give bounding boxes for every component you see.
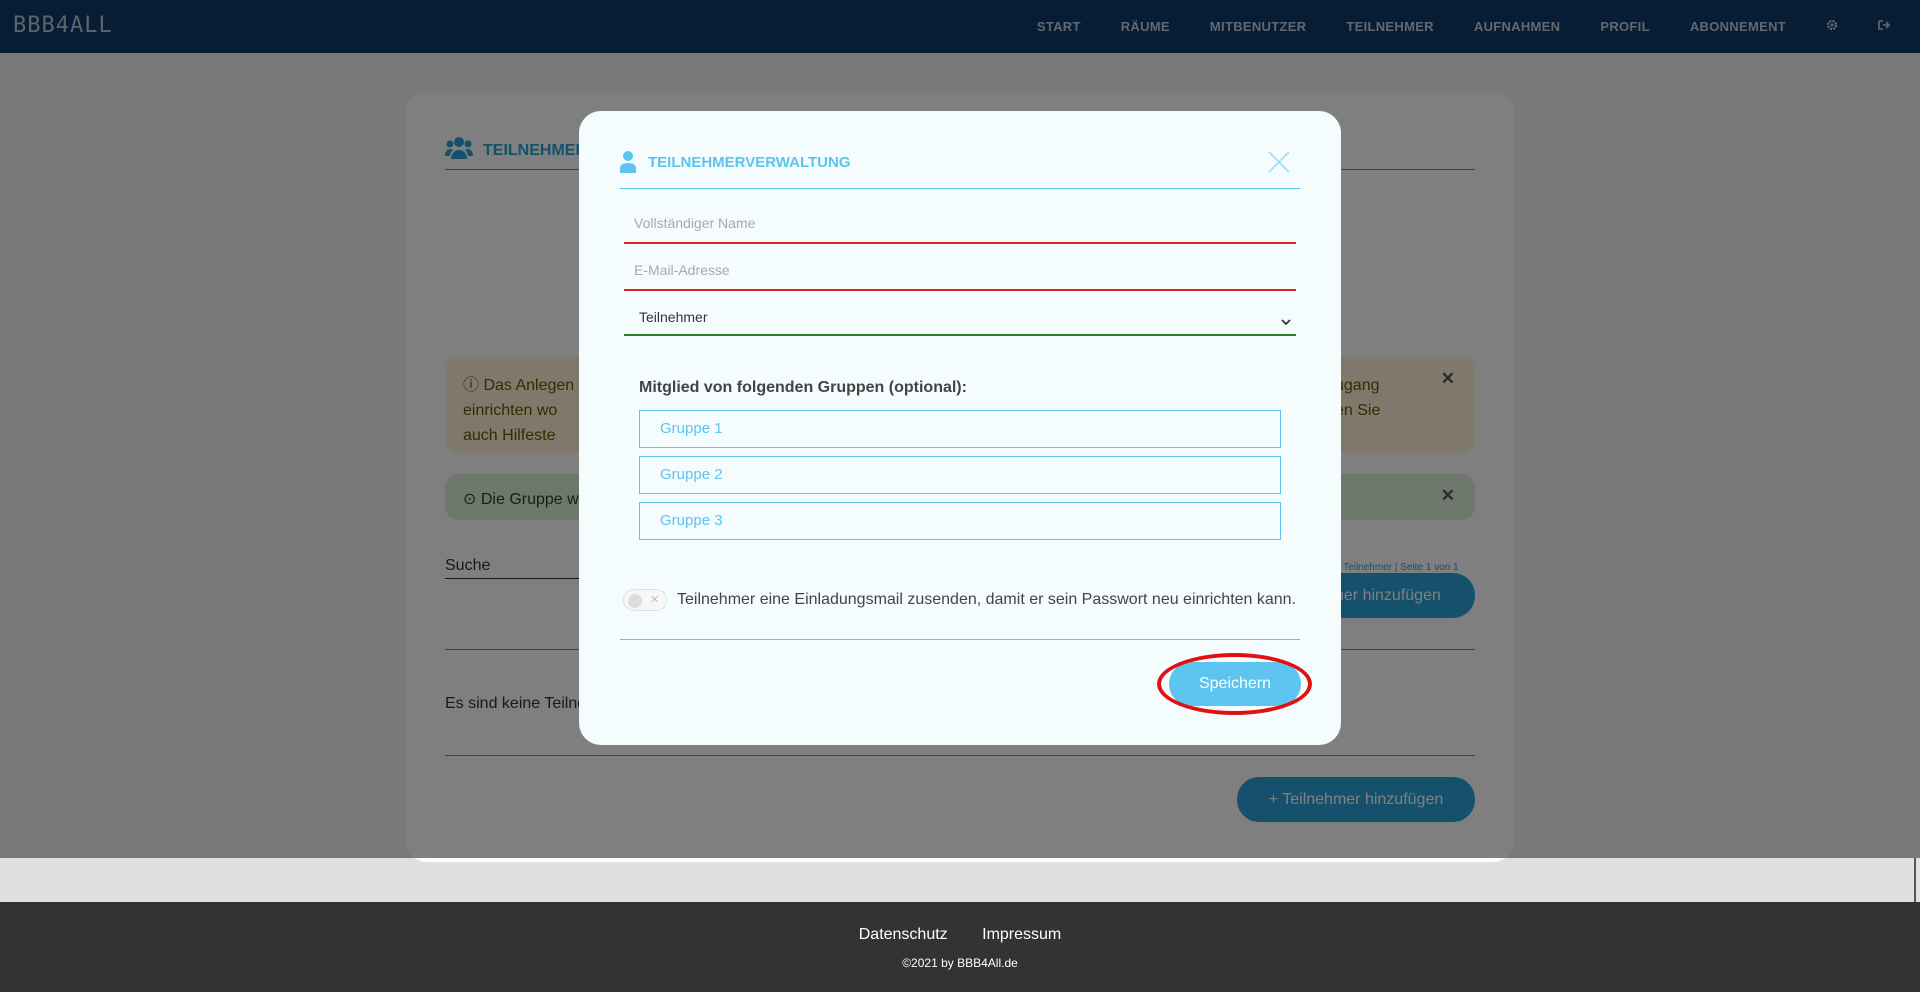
participant-modal: TEILNEHMERVERWALTUNG Vollständiger Name … — [579, 111, 1341, 745]
user-icon — [620, 151, 636, 173]
footer-link-impressum[interactable]: Impressum — [982, 926, 1061, 943]
role-select[interactable]: Teilnehmer — [624, 306, 1296, 336]
email-field[interactable]: E-Mail-Adresse — [624, 259, 1296, 291]
modal-title-text: TEILNEHMERVERWALTUNG — [648, 153, 851, 171]
modal-divider — [620, 188, 1300, 189]
group-option-1[interactable]: Gruppe 1 — [639, 410, 1281, 448]
footer-links: Datenschutz Impressum — [0, 926, 1920, 944]
modal-footer-divider — [620, 639, 1300, 640]
invite-mail-label: Teilnehmer eine Einladungsmail zusenden,… — [677, 591, 1297, 608]
scrollbar[interactable] — [1914, 858, 1916, 902]
invite-mail-toggle[interactable]: ✕ — [623, 589, 667, 611]
footer-link-datenschutz[interactable]: Datenschutz — [859, 926, 948, 943]
group-option-2[interactable]: Gruppe 2 — [639, 456, 1281, 494]
save-button[interactable]: Speichern — [1169, 662, 1301, 706]
close-icon[interactable] — [1266, 149, 1292, 175]
toggle-knob — [628, 594, 642, 608]
modal-title: TEILNEHMERVERWALTUNG — [620, 151, 851, 173]
footer-copyright: ©2021 by BBB4All.de — [902, 956, 1018, 970]
footer: Datenschutz Impressum ©2021 by BBB4All.d… — [0, 902, 1920, 992]
role-select-value: Teilnehmer — [639, 309, 708, 325]
toggle-off-icon: ✕ — [650, 594, 660, 606]
page-bottom-band — [0, 858, 1920, 902]
groups-label: Mitglied von folgenden Gruppen (optional… — [639, 379, 967, 396]
chevron-down-icon — [1280, 312, 1292, 326]
full-name-field[interactable]: Vollständiger Name — [624, 212, 1296, 244]
group-option-3[interactable]: Gruppe 3 — [639, 502, 1281, 540]
